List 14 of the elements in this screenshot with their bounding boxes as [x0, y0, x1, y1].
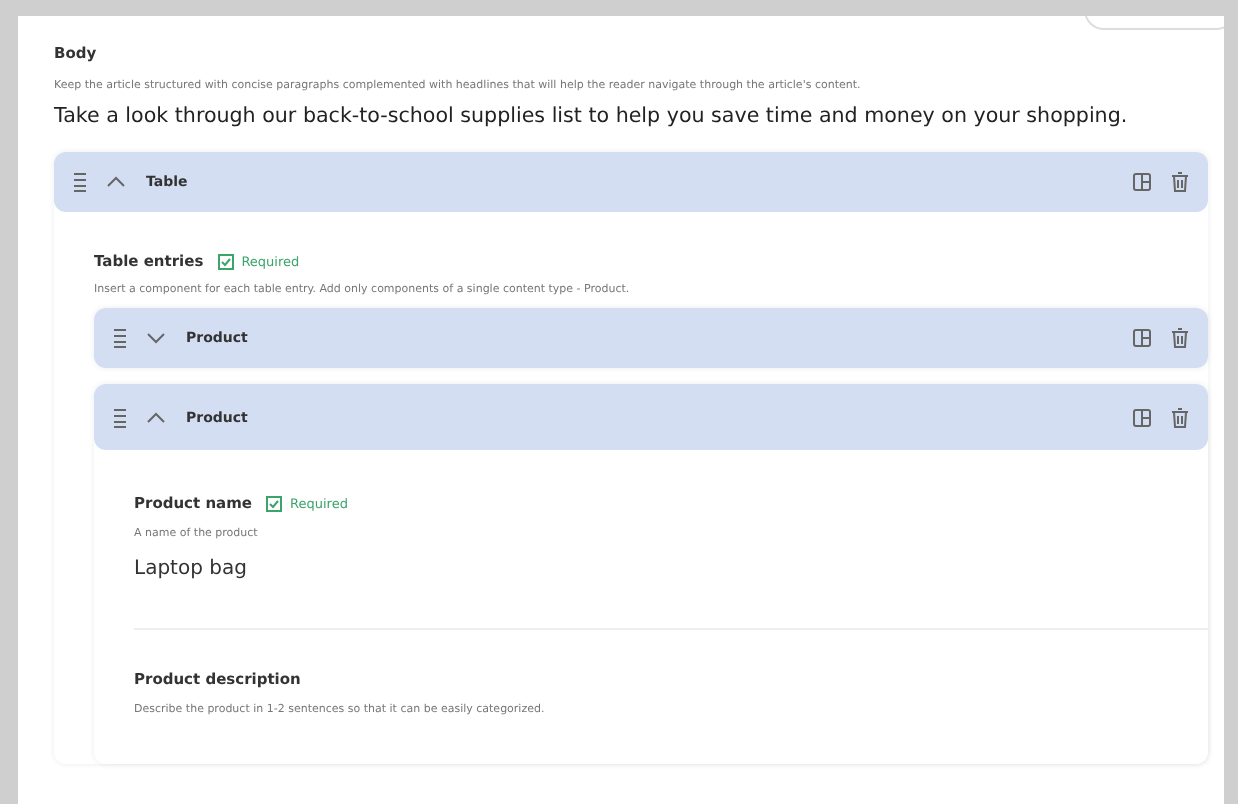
duplicate-icon[interactable] [1132, 172, 1152, 192]
chevron-down-icon[interactable] [146, 332, 166, 344]
trash-icon[interactable] [1172, 328, 1188, 348]
text-field[interactable]: Laptop bag [134, 558, 1208, 580]
drag-handle-icon[interactable] [114, 328, 126, 348]
chevron-up-icon[interactable] [146, 411, 166, 423]
drag-handle-icon[interactable] [114, 407, 126, 427]
duplicate-icon[interactable] [1132, 328, 1152, 348]
trash-icon[interactable] [1172, 407, 1188, 427]
trash-icon[interactable] [1172, 172, 1188, 192]
chevron-up-icon[interactable] [106, 176, 126, 188]
duplicate-icon[interactable] [1132, 407, 1152, 427]
body-text: Take a look through our back-to-school supplies list to help you save time and money on your shopping. [54, 104, 1130, 128]
drag-handle-icon[interactable] [74, 172, 86, 192]
